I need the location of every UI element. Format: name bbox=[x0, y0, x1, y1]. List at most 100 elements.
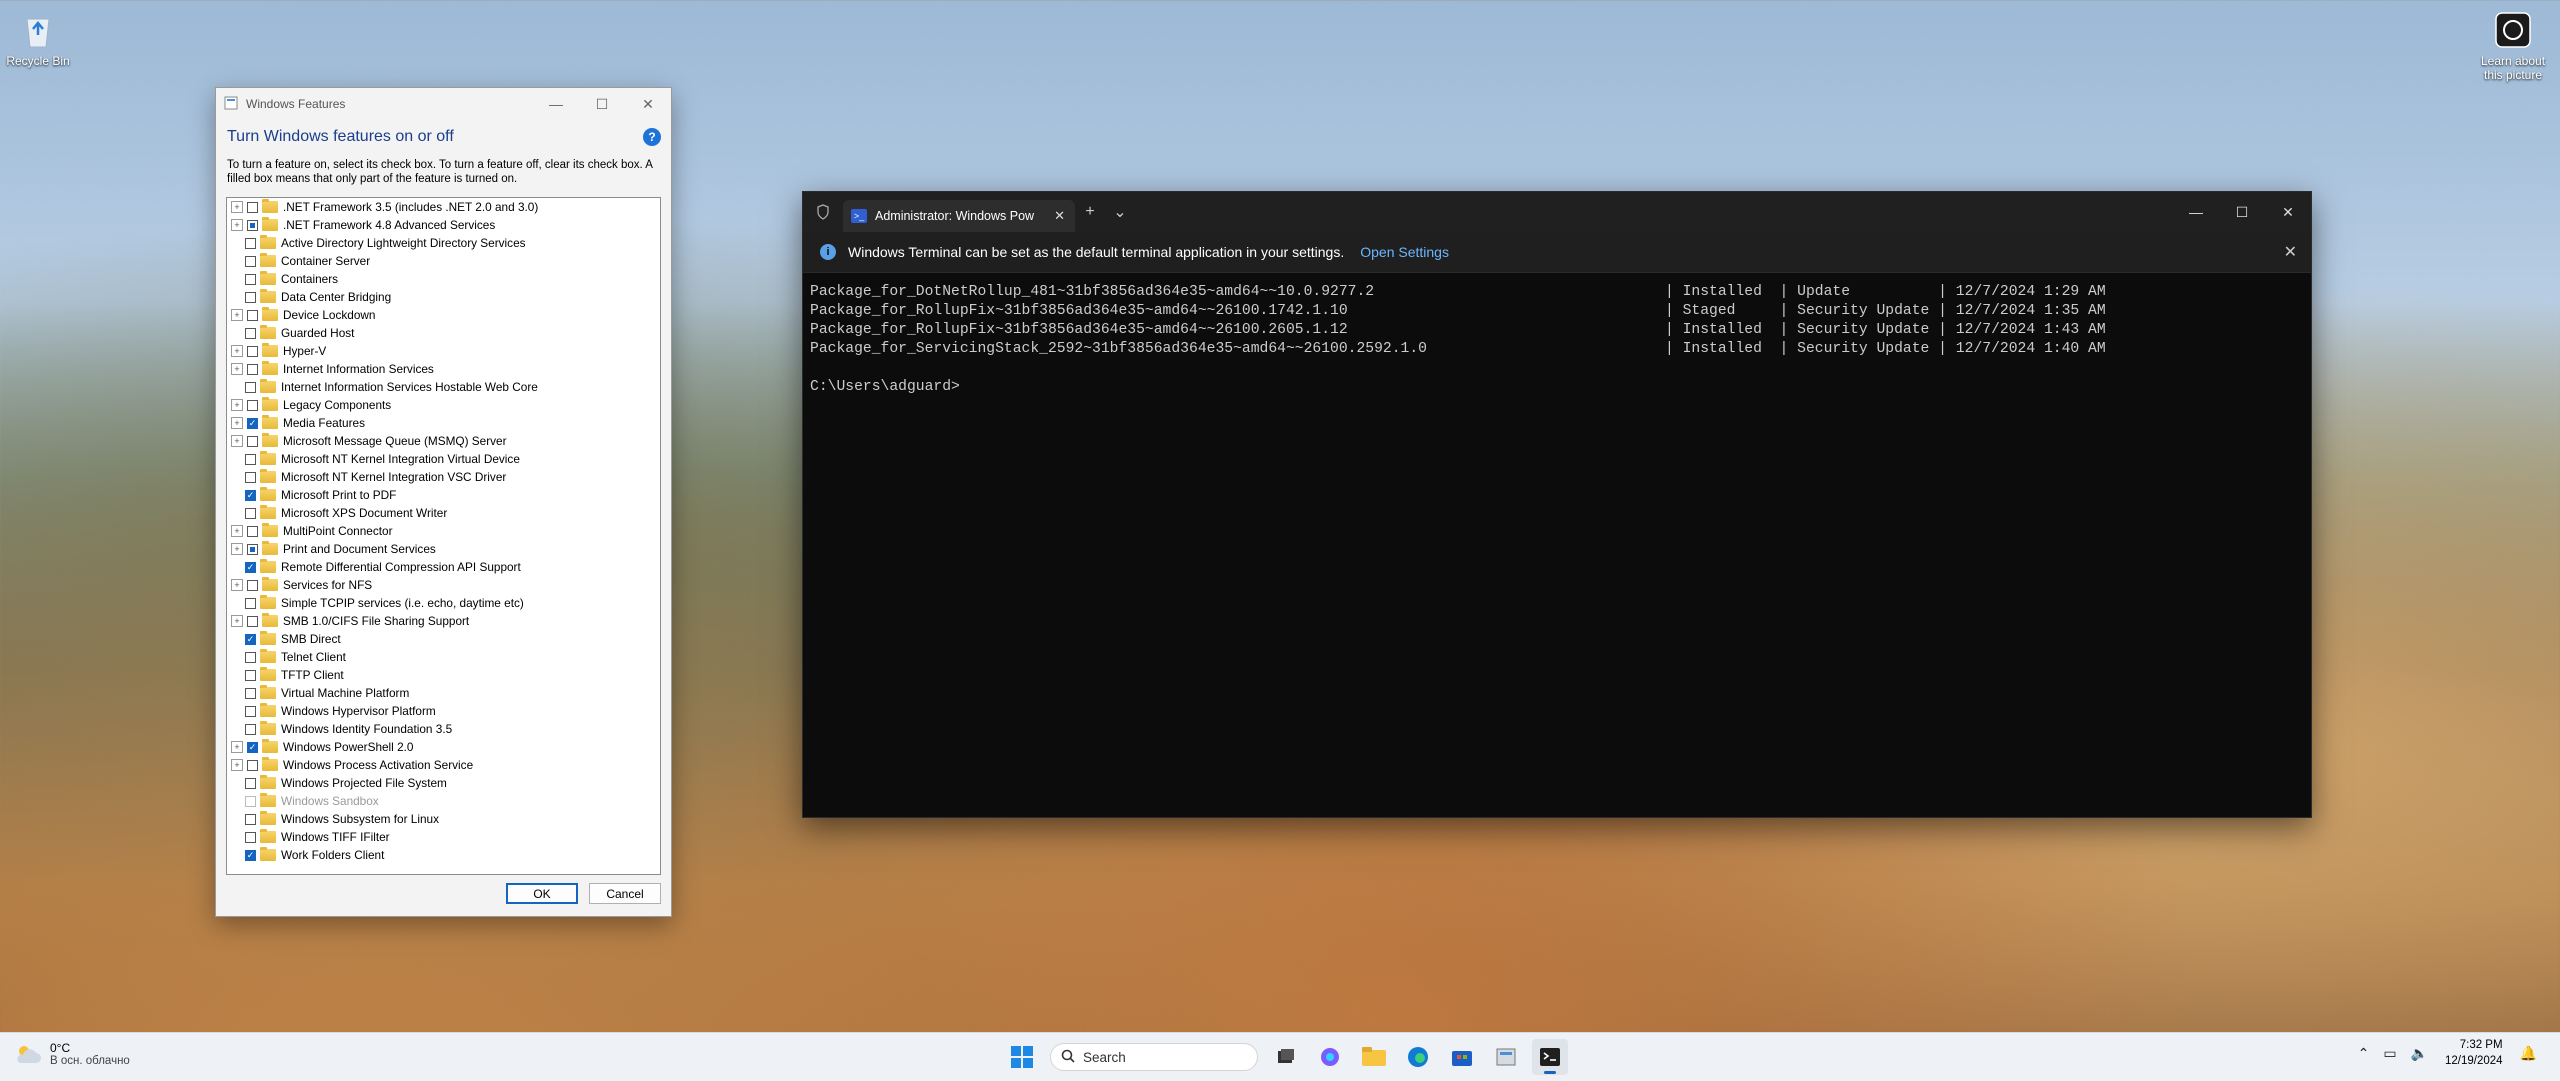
expand-plus-icon[interactable]: + bbox=[231, 345, 243, 357]
feature-row[interactable]: Windows Projected File System bbox=[227, 774, 660, 792]
feature-row[interactable]: Windows Identity Foundation 3.5 bbox=[227, 720, 660, 738]
feature-row[interactable]: Virtual Machine Platform bbox=[227, 684, 660, 702]
features-tree[interactable]: + .NET Framework 3.5 (includes .NET 2.0 a… bbox=[226, 197, 661, 875]
ok-button[interactable]: OK bbox=[506, 883, 578, 904]
feature-row[interactable]: + Internet Information Services bbox=[227, 360, 660, 378]
expand-plus-icon[interactable]: + bbox=[231, 615, 243, 627]
feature-row[interactable]: Active Directory Lightweight Directory S… bbox=[227, 234, 660, 252]
feature-checkbox[interactable]: ✓ bbox=[247, 741, 258, 753]
feature-checkbox[interactable] bbox=[245, 327, 256, 339]
feature-checkbox[interactable] bbox=[247, 579, 258, 591]
feature-row[interactable]: Data Center Bridging bbox=[227, 288, 660, 306]
feature-checkbox[interactable]: ✓ bbox=[245, 633, 256, 645]
feature-row[interactable]: + .NET Framework 4.8 Advanced Services bbox=[227, 216, 660, 234]
feature-checkbox[interactable] bbox=[247, 345, 258, 357]
feature-row[interactable]: + ✓ Windows PowerShell 2.0 bbox=[227, 738, 660, 756]
control-panel-icon[interactable] bbox=[1488, 1039, 1524, 1075]
feature-row[interactable]: Container Server bbox=[227, 252, 660, 270]
file-explorer-icon[interactable] bbox=[1356, 1039, 1392, 1075]
feature-row[interactable]: TFTP Client bbox=[227, 666, 660, 684]
feature-checkbox[interactable] bbox=[245, 291, 256, 303]
feature-checkbox[interactable] bbox=[245, 831, 256, 843]
terminal-output[interactable]: Package_for_DotNetRollup_481~31bf3856ad3… bbox=[803, 273, 2311, 407]
microsoft-store-icon[interactable] bbox=[1444, 1039, 1480, 1075]
terminal-tab[interactable]: >_ Administrator: Windows Pow ✕ bbox=[843, 200, 1075, 232]
feature-checkbox[interactable] bbox=[247, 615, 258, 627]
start-button[interactable] bbox=[1004, 1039, 1040, 1075]
feature-row[interactable]: Microsoft NT Kernel Integration VSC Driv… bbox=[227, 468, 660, 486]
terminal-close-button[interactable]: ✕ bbox=[2265, 192, 2311, 232]
terminal-minimize-button[interactable]: — bbox=[2173, 192, 2219, 232]
feature-row[interactable]: ✓ Work Folders Client bbox=[227, 846, 660, 864]
feature-checkbox[interactable] bbox=[245, 381, 256, 393]
feature-checkbox[interactable]: ✓ bbox=[245, 849, 256, 861]
close-button[interactable]: ✕ bbox=[625, 88, 671, 120]
feature-row[interactable]: + SMB 1.0/CIFS File Sharing Support bbox=[227, 612, 660, 630]
expand-plus-icon[interactable]: + bbox=[231, 741, 243, 753]
terminal-maximize-button[interactable]: ☐ bbox=[2219, 192, 2265, 232]
infobar-close-icon[interactable]: ✕ bbox=[2284, 242, 2297, 262]
feature-checkbox[interactable] bbox=[247, 399, 258, 411]
feature-checkbox[interactable] bbox=[245, 507, 256, 519]
feature-checkbox[interactable] bbox=[245, 723, 256, 735]
feature-checkbox[interactable] bbox=[245, 273, 256, 285]
feature-checkbox[interactable] bbox=[245, 651, 256, 663]
expand-plus-icon[interactable]: + bbox=[231, 543, 243, 555]
feature-row[interactable]: ✓ Microsoft Print to PDF bbox=[227, 486, 660, 504]
edge-browser-icon[interactable] bbox=[1400, 1039, 1436, 1075]
feature-checkbox[interactable]: ✓ bbox=[247, 417, 258, 429]
new-tab-button[interactable]: + bbox=[1075, 203, 1105, 221]
open-settings-link[interactable]: Open Settings bbox=[1360, 244, 1449, 260]
feature-row[interactable]: + Windows Process Activation Service bbox=[227, 756, 660, 774]
feature-checkbox[interactable] bbox=[245, 237, 256, 249]
expand-plus-icon[interactable]: + bbox=[231, 309, 243, 321]
feature-checkbox[interactable] bbox=[247, 219, 258, 231]
feature-row[interactable]: + Services for NFS bbox=[227, 576, 660, 594]
network-icon[interactable]: ▭ bbox=[2383, 1045, 2396, 1062]
feature-checkbox[interactable] bbox=[245, 705, 256, 717]
feature-row[interactable]: + MultiPoint Connector bbox=[227, 522, 660, 540]
copilot-icon[interactable] bbox=[1312, 1039, 1348, 1075]
feature-checkbox[interactable] bbox=[245, 453, 256, 465]
feature-row[interactable]: ✓ SMB Direct bbox=[227, 630, 660, 648]
volume-icon[interactable]: 🔈 bbox=[2411, 1045, 2428, 1062]
feature-checkbox[interactable] bbox=[247, 543, 258, 555]
feature-checkbox[interactable] bbox=[245, 597, 256, 609]
feature-checkbox[interactable] bbox=[247, 759, 258, 771]
maximize-button[interactable]: ☐ bbox=[579, 88, 625, 120]
learn-about-picture-shortcut[interactable]: Learn about this picture bbox=[2475, 10, 2551, 82]
notification-bell-icon[interactable]: 🔔 bbox=[2520, 1045, 2537, 1062]
feature-row[interactable]: + Legacy Components bbox=[227, 396, 660, 414]
feature-row[interactable]: Microsoft XPS Document Writer bbox=[227, 504, 660, 522]
feature-checkbox[interactable] bbox=[247, 525, 258, 537]
feature-row[interactable]: + Device Lockdown bbox=[227, 306, 660, 324]
expand-plus-icon[interactable]: + bbox=[231, 399, 243, 411]
feature-row[interactable]: Telnet Client bbox=[227, 648, 660, 666]
expand-plus-icon[interactable]: + bbox=[231, 201, 243, 213]
feature-row[interactable]: Windows Sandbox bbox=[227, 792, 660, 810]
feature-row[interactable]: Simple TCPIP services (i.e. echo, daytim… bbox=[227, 594, 660, 612]
feature-row[interactable]: + ✓ Media Features bbox=[227, 414, 660, 432]
tab-dropdown-chevron-icon[interactable]: ⌄ bbox=[1105, 202, 1135, 222]
feature-row[interactable]: Windows Subsystem for Linux bbox=[227, 810, 660, 828]
cancel-button[interactable]: Cancel bbox=[589, 883, 661, 904]
taskbar-search-box[interactable]: Search bbox=[1050, 1043, 1258, 1071]
feature-checkbox[interactable] bbox=[247, 201, 258, 213]
close-tab-icon[interactable]: ✕ bbox=[1054, 208, 1065, 224]
feature-row[interactable]: + Print and Document Services bbox=[227, 540, 660, 558]
expand-plus-icon[interactable]: + bbox=[231, 579, 243, 591]
feature-row[interactable]: + .NET Framework 3.5 (includes .NET 2.0 a… bbox=[227, 198, 660, 216]
feature-checkbox[interactable] bbox=[245, 687, 256, 699]
feature-row[interactable]: Containers bbox=[227, 270, 660, 288]
feature-row[interactable]: + Hyper-V bbox=[227, 342, 660, 360]
feature-row[interactable]: Guarded Host bbox=[227, 324, 660, 342]
show-hidden-icons-chevron-icon[interactable]: ⌃ bbox=[2358, 1045, 2370, 1062]
expand-plus-icon[interactable]: + bbox=[231, 759, 243, 771]
help-icon[interactable]: ? bbox=[643, 128, 661, 146]
feature-checkbox[interactable] bbox=[245, 471, 256, 483]
expand-plus-icon[interactable]: + bbox=[231, 417, 243, 429]
feature-checkbox[interactable] bbox=[245, 669, 256, 681]
feature-row[interactable]: Windows TIFF IFilter bbox=[227, 828, 660, 846]
expand-plus-icon[interactable]: + bbox=[231, 219, 243, 231]
terminal-taskbar-icon[interactable] bbox=[1532, 1039, 1568, 1075]
